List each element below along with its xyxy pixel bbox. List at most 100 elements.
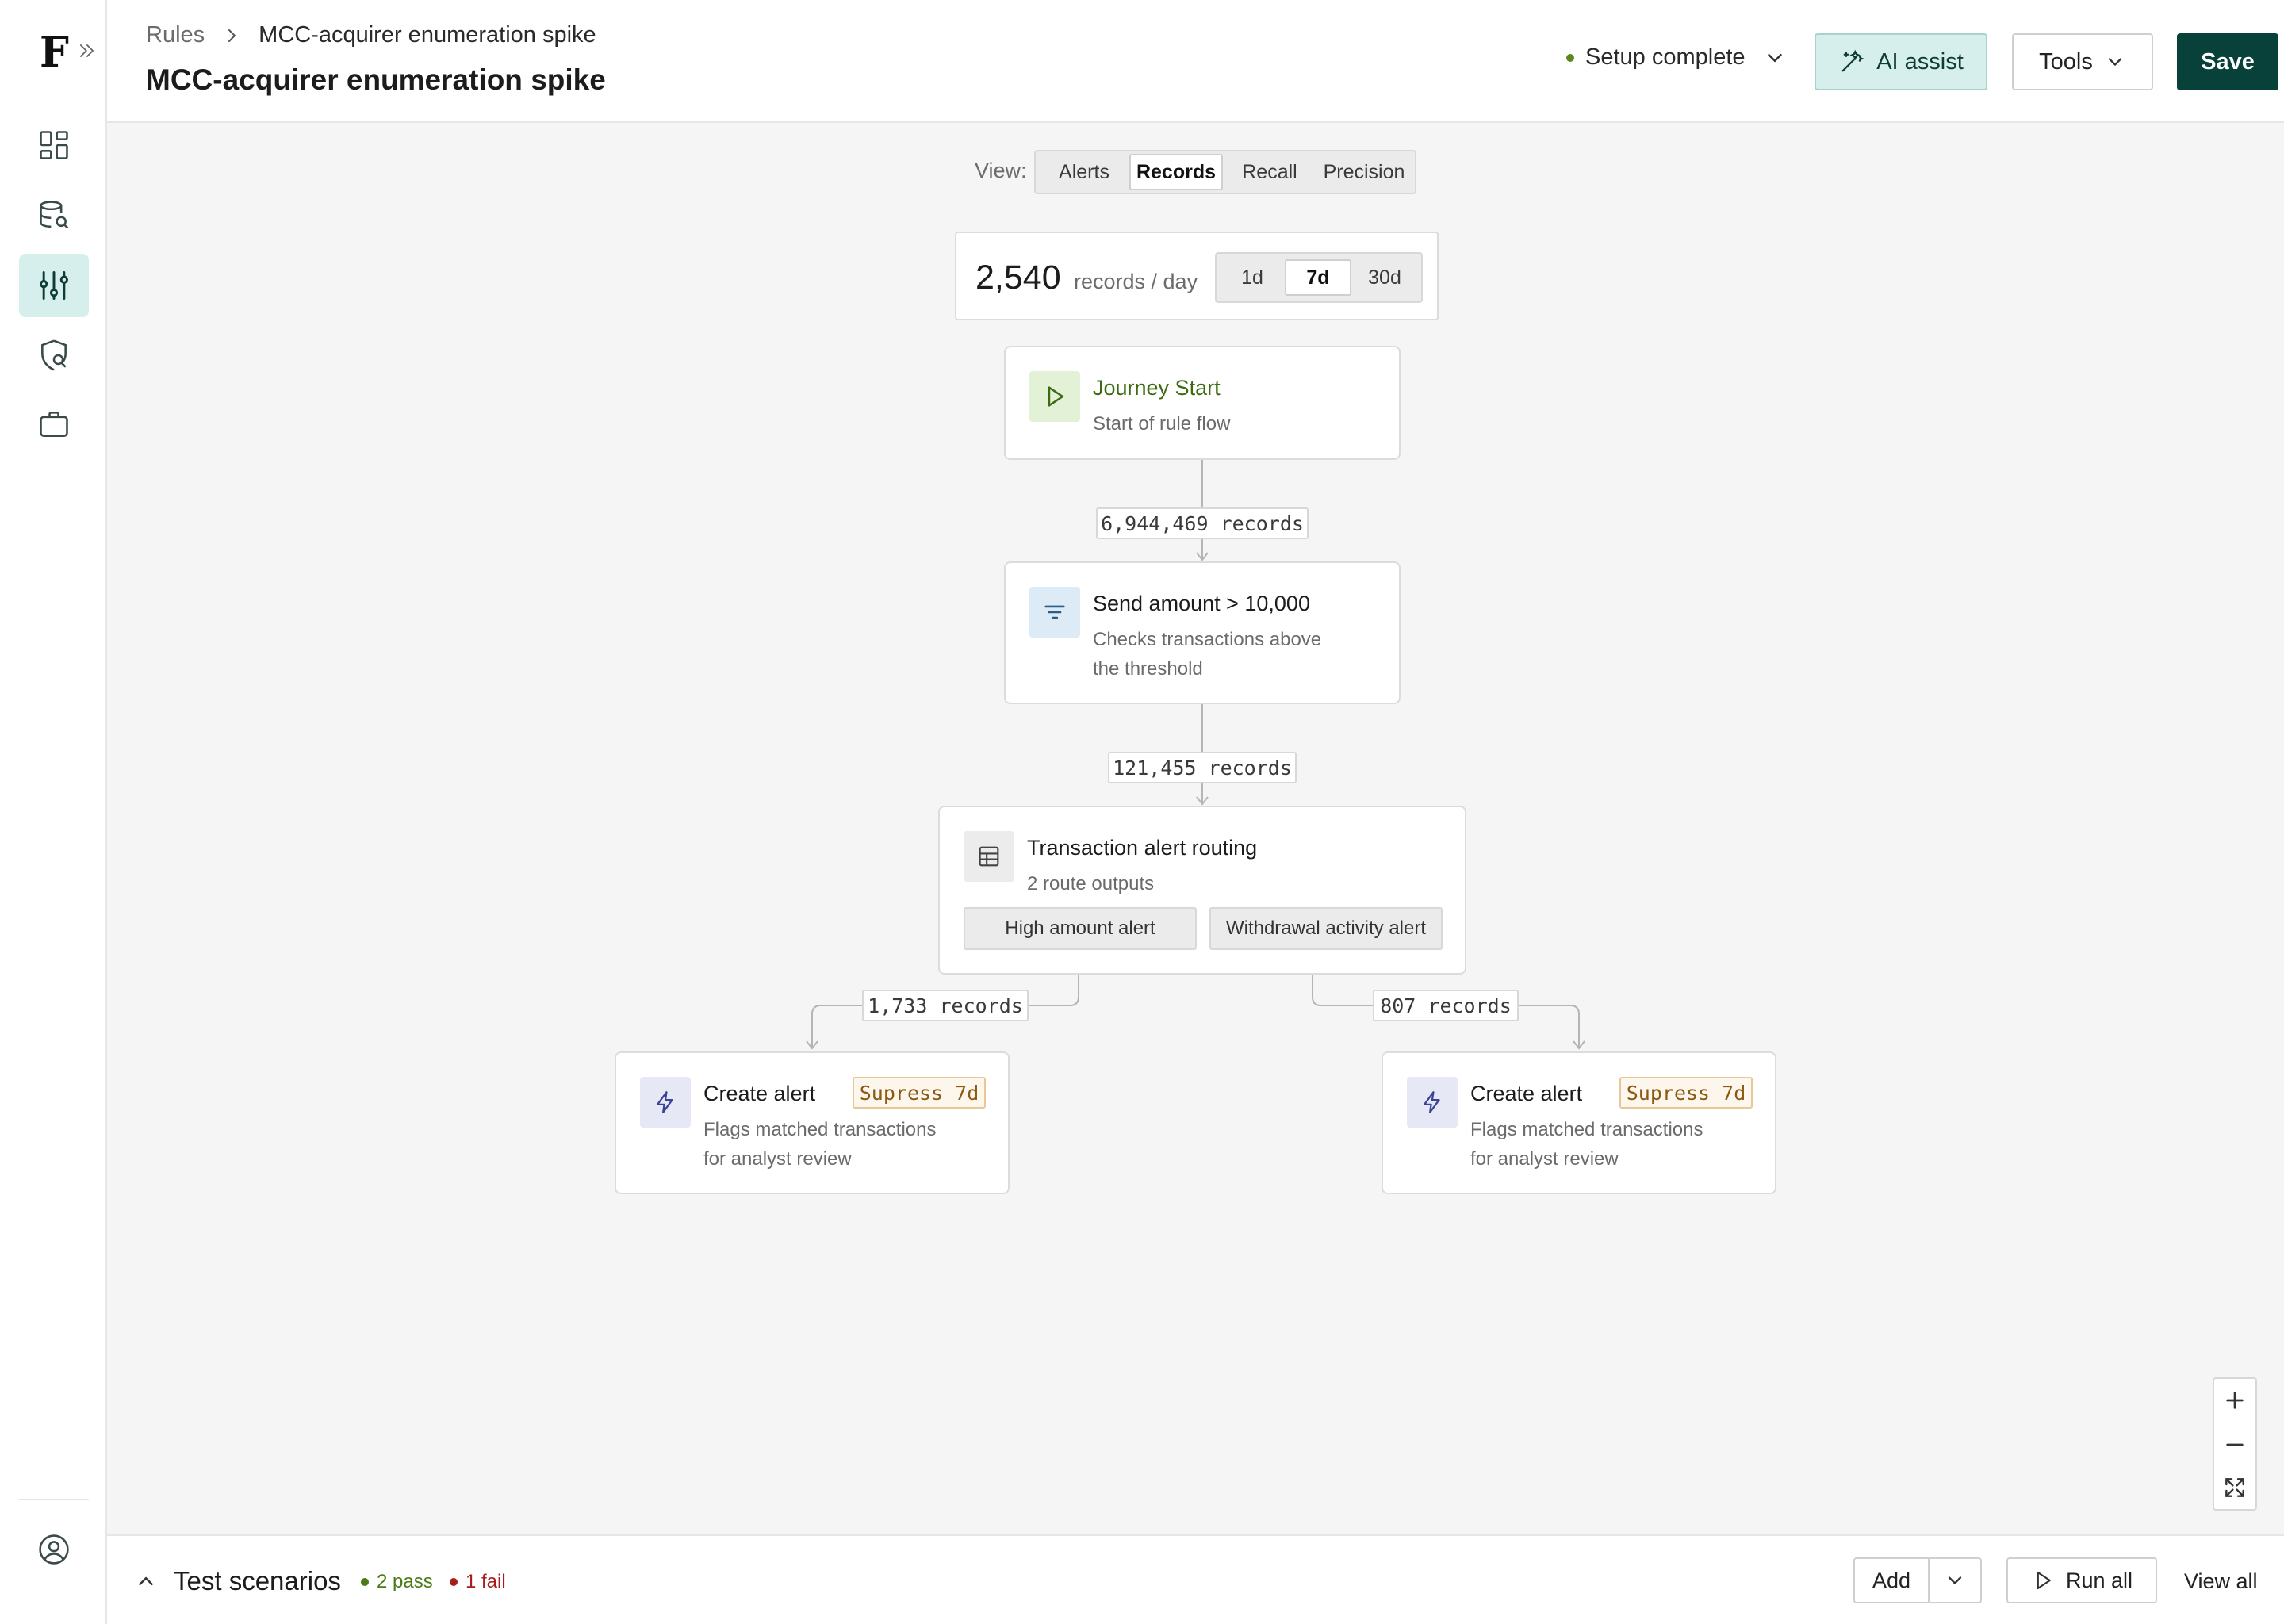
run-all-button[interactable]: Run all: [2006, 1557, 2157, 1603]
range-option-1d[interactable]: 1d: [1220, 259, 1285, 296]
records-count-pill: 1,733 records: [862, 990, 1029, 1021]
router-node[interactable]: Transaction alert routing 2 route output…: [938, 806, 1466, 975]
tools-dropdown[interactable]: Tools: [2012, 33, 2153, 90]
node-subtitle-line: Flags matched transactions: [1470, 1119, 1703, 1140]
records-per-day-value: 2,540: [975, 259, 1061, 297]
router-icon-box: [964, 831, 1014, 882]
chevron-up-icon[interactable]: [134, 1569, 158, 1593]
view-option-precision[interactable]: Precision: [1316, 154, 1412, 190]
suppress-badge: Supress 7d: [853, 1077, 986, 1109]
range-option-30d[interactable]: 30d: [1351, 259, 1418, 296]
node-title: Send amount > 10,000: [1093, 592, 1310, 615]
node-subtitle: Checks transactions above the threshold: [1093, 625, 1321, 684]
records-count-pill: 121,455 records: [1108, 752, 1297, 783]
database-search-icon: [40, 201, 69, 229]
alert-icon-box: [1407, 1077, 1458, 1128]
arrowhead: [1196, 796, 1209, 806]
records-count-pill: 807 records: [1373, 990, 1519, 1021]
dashboard-icon: [40, 131, 68, 159]
table-icon: [979, 846, 999, 867]
add-dropdown-button[interactable]: [1930, 1559, 1980, 1602]
view-option-recall[interactable]: Recall: [1223, 154, 1316, 190]
view-label: View:: [975, 159, 1027, 182]
fail-dot: [450, 1578, 458, 1586]
run-all-label: Run all: [2065, 1568, 2133, 1592]
magic-wand-icon: [1841, 49, 1864, 72]
filter-icon: [1044, 605, 1065, 619]
add-split-button: Add: [1853, 1557, 1982, 1603]
filter-icon-box: [1029, 587, 1080, 638]
nav-investigations[interactable]: [19, 324, 89, 387]
range-option-7d[interactable]: 7d: [1285, 259, 1351, 296]
ai-assist-button[interactable]: AI assist: [1815, 33, 1987, 90]
zoom-out-button[interactable]: [2214, 1423, 2255, 1466]
node-title: Create alert: [1470, 1082, 1583, 1105]
sidebar: F: [0, 0, 107, 1624]
account-button[interactable]: [19, 1518, 89, 1581]
arrowhead: [1573, 1040, 1585, 1050]
pass-label: 2 pass: [377, 1571, 433, 1592]
tools-label: Tools: [2039, 48, 2093, 75]
breadcrumb-rules-link[interactable]: Rules: [146, 22, 205, 48]
route-output-high-amount[interactable]: High amount alert: [964, 907, 1197, 950]
node-subtitle: Start of rule flow: [1093, 413, 1231, 435]
view-segmented-control: Alerts Records Recall Precision: [1034, 150, 1416, 194]
pass-count: 2 pass: [361, 1571, 433, 1593]
journey-start-node[interactable]: Journey Start Start of rule flow: [1004, 346, 1401, 460]
play-icon: [1048, 386, 1064, 407]
node-subtitle: Flags matched transactions for analyst r…: [1470, 1115, 1703, 1174]
zoom-controls: [2213, 1377, 2257, 1511]
start-icon-box: [1029, 371, 1080, 422]
chevron-right-icon: [228, 29, 236, 42]
breadcrumb: Rules MCC-acquirer enumeration spike: [146, 22, 596, 48]
pass-dot: [361, 1578, 369, 1586]
app-logo[interactable]: F: [40, 29, 69, 77]
sidebar-divider: [19, 1499, 89, 1500]
arrowhead: [806, 1040, 818, 1050]
records-count-pill: 6,944,469 records: [1096, 508, 1309, 539]
shield-search-icon: [41, 339, 67, 371]
sliders-icon: [40, 271, 68, 300]
node-title: Create alert: [703, 1082, 816, 1105]
status-label: Setup complete: [1585, 44, 1746, 70]
chevron-down-icon: [2108, 58, 2122, 67]
nav-cases[interactable]: [19, 393, 89, 456]
chevron-down-icon: [1948, 1576, 1962, 1585]
expand-sidebar-icon[interactable]: [76, 40, 98, 62]
status-dropdown[interactable]: Setup complete: [1566, 44, 1787, 71]
fail-label: 1 fail: [466, 1571, 506, 1592]
node-subtitle-line: the threshold: [1093, 658, 1203, 680]
filter-node[interactable]: Send amount > 10,000 Checks transactions…: [1004, 561, 1401, 704]
create-alert-node[interactable]: Create alert Supress 7d Flags matched tr…: [1382, 1051, 1776, 1194]
node-subtitle: 2 route outputs: [1027, 873, 1155, 894]
view-option-alerts[interactable]: Alerts: [1039, 154, 1129, 190]
view-all-link[interactable]: View all: [2184, 1569, 2258, 1594]
route-output-withdrawal[interactable]: Withdrawal activity alert: [1209, 907, 1443, 950]
header: Rules MCC-acquirer enumeration spike MCC…: [107, 0, 2284, 123]
node-subtitle-line: for analyst review: [1470, 1148, 1619, 1170]
save-button[interactable]: Save: [2177, 33, 2278, 90]
node-subtitle-line: for analyst review: [703, 1148, 852, 1170]
arrowhead: [1196, 552, 1209, 561]
ai-assist-label: AI assist: [1876, 48, 1964, 75]
fit-screen-icon: [2225, 1478, 2244, 1497]
node-subtitle: Flags matched transactions for analyst r…: [703, 1115, 936, 1174]
node-title: Transaction alert routing: [1027, 836, 1258, 860]
chevron-down-icon: [1767, 53, 1782, 63]
create-alert-node[interactable]: Create alert Supress 7d Flags matched tr…: [615, 1051, 1010, 1194]
nav-rules[interactable]: [19, 254, 89, 317]
zoom-in-button[interactable]: [2214, 1379, 2255, 1422]
add-button[interactable]: Add: [1855, 1559, 1930, 1602]
fail-count: 1 fail: [450, 1571, 506, 1593]
node-subtitle-line: Flags matched transactions: [703, 1119, 937, 1140]
nav-data[interactable]: [19, 184, 89, 247]
breadcrumb-current: MCC-acquirer enumeration spike: [259, 22, 596, 48]
nav-dashboard[interactable]: [19, 113, 89, 177]
bolt-icon: [1423, 1091, 1440, 1113]
test-scenarios-title: Test scenarios: [174, 1566, 341, 1595]
fit-view-button[interactable]: [2214, 1466, 2255, 1509]
bolt-icon: [656, 1091, 673, 1113]
view-option-records[interactable]: Records: [1129, 154, 1223, 190]
range-segmented-control: 1d 7d 30d: [1215, 252, 1423, 303]
records-stats-card: 2,540 records / day 1d 7d 30d: [955, 232, 1439, 320]
